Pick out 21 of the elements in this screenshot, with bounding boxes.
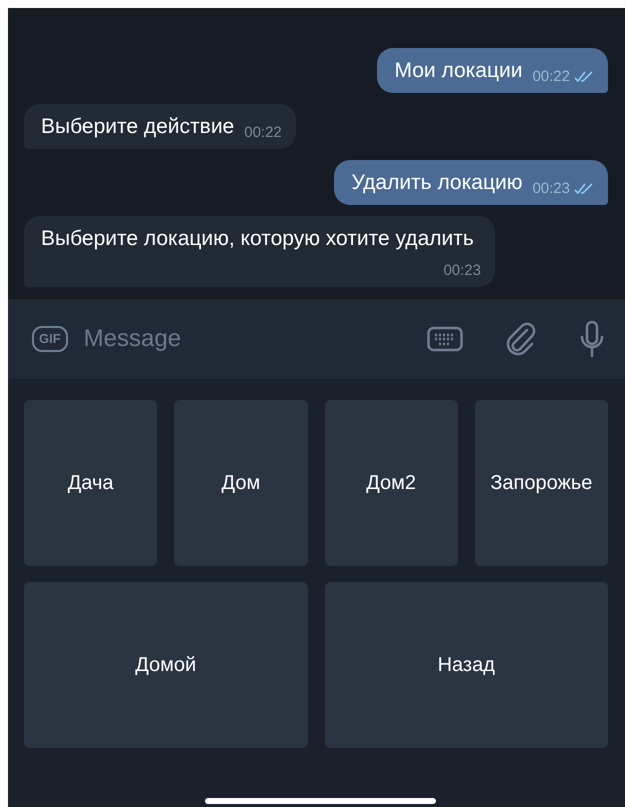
keyboard-button[interactable]: Дача	[24, 400, 158, 566]
message-text: Мои локации	[394, 58, 522, 84]
keyboard-button[interactable]: Домой	[24, 582, 308, 748]
message-field[interactable]: Message	[82, 324, 413, 354]
keyboard-icon[interactable]	[427, 325, 463, 353]
paperclip-icon[interactable]	[505, 320, 537, 358]
microphone-icon[interactable]	[579, 320, 605, 358]
message-text: Удалить локацию	[351, 170, 522, 196]
keyboard-button[interactable]: Дом	[174, 400, 308, 566]
double-check-icon	[574, 71, 594, 83]
message-text: Выберите локацию, которую хотите удалить	[41, 226, 474, 252]
message-time: 00:23	[443, 261, 481, 281]
message-text: Выберите действие	[41, 114, 234, 140]
double-check-icon	[574, 183, 594, 195]
keyboard-button[interactable]: Дом2	[324, 400, 458, 566]
keyboard-button[interactable]: Запорожье	[474, 400, 608, 566]
gif-icon[interactable]: GIF	[32, 326, 68, 352]
keyboard-button[interactable]: Назад	[324, 582, 608, 748]
message-time: 00:23	[532, 179, 570, 199]
message-time: 00:22	[244, 123, 282, 143]
message-time: 00:22	[532, 67, 570, 87]
